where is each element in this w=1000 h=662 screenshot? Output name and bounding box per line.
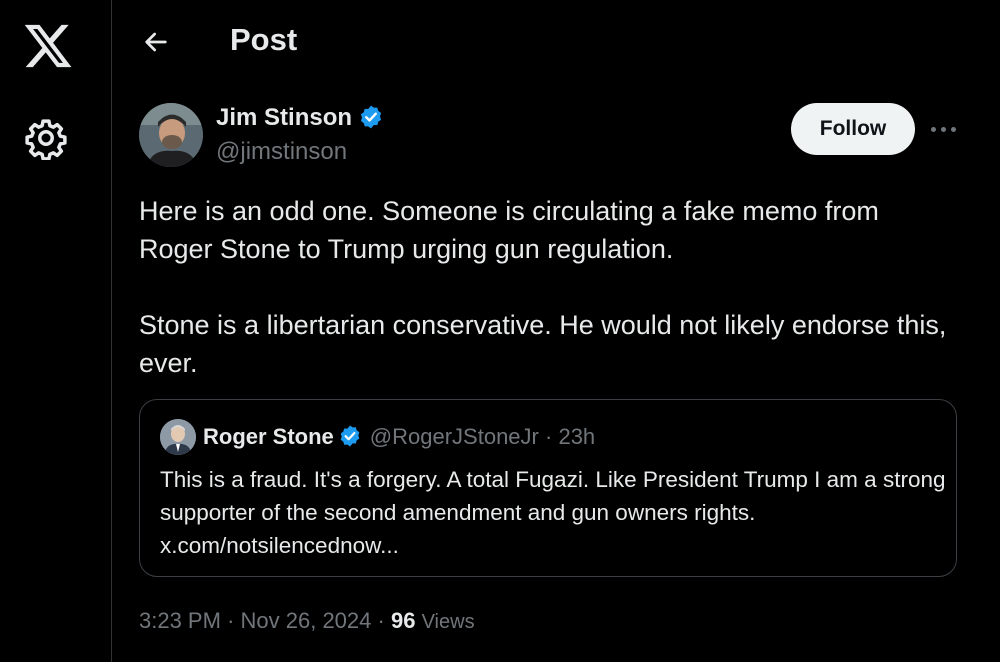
x-logo-icon[interactable] — [22, 20, 74, 72]
quoted-author-avatar — [160, 419, 196, 455]
quoted-handle[interactable]: @RogerJStoneJr — [370, 424, 539, 449]
verified-badge-icon — [340, 425, 360, 447]
post-paragraph: Here is an odd one. Someone is circulati… — [139, 196, 879, 264]
quoted-avatar-image — [160, 419, 196, 455]
left-nav-rail — [0, 0, 112, 662]
page-header: Post — [112, 0, 1000, 80]
views-label: Views — [421, 611, 475, 633]
gear-icon[interactable] — [24, 116, 68, 160]
more-dot — [951, 127, 956, 132]
author-name-row[interactable]: Jim Stinson — [216, 104, 384, 132]
more-dot — [941, 127, 946, 132]
more-dot — [931, 127, 936, 132]
author-avatar-image — [139, 103, 203, 167]
quoted-separator: · — [545, 424, 553, 449]
views-count: 96 — [390, 608, 416, 633]
quoted-header: Roger Stone @RogerJStoneJr · 23h — [203, 424, 595, 450]
post-date[interactable]: Nov 26, 2024 — [241, 608, 372, 633]
quoted-text: This is a fraud. It's a forgery. A total… — [160, 467, 946, 558]
timestamp-separator: · — [377, 608, 385, 633]
author-avatar[interactable] — [139, 103, 203, 167]
post-text: Here is an odd one. Someone is circulati… — [139, 192, 959, 382]
page-title: Post — [230, 22, 298, 57]
author-handle[interactable]: @jimstinson — [216, 138, 347, 166]
back-arrow-icon[interactable] — [140, 26, 172, 58]
quoted-author-name[interactable]: Roger Stone — [203, 424, 334, 449]
post-timestamp: 3:23 PM · Nov 26, 2024 · 96 Views — [139, 608, 475, 634]
author-name[interactable]: Jim Stinson — [216, 104, 352, 131]
timestamp-separator: · — [227, 608, 235, 633]
post-time[interactable]: 3:23 PM — [139, 608, 221, 633]
verified-badge-icon — [360, 105, 382, 129]
post-paragraph: Stone is a libertarian conservative. He … — [139, 310, 947, 378]
quoted-age: 23h — [558, 424, 596, 449]
quoted-post[interactable]: Roger Stone @RogerJStoneJr · 23h This is … — [139, 399, 957, 577]
follow-button[interactable]: Follow — [791, 103, 915, 155]
more-icon[interactable] — [928, 116, 960, 142]
